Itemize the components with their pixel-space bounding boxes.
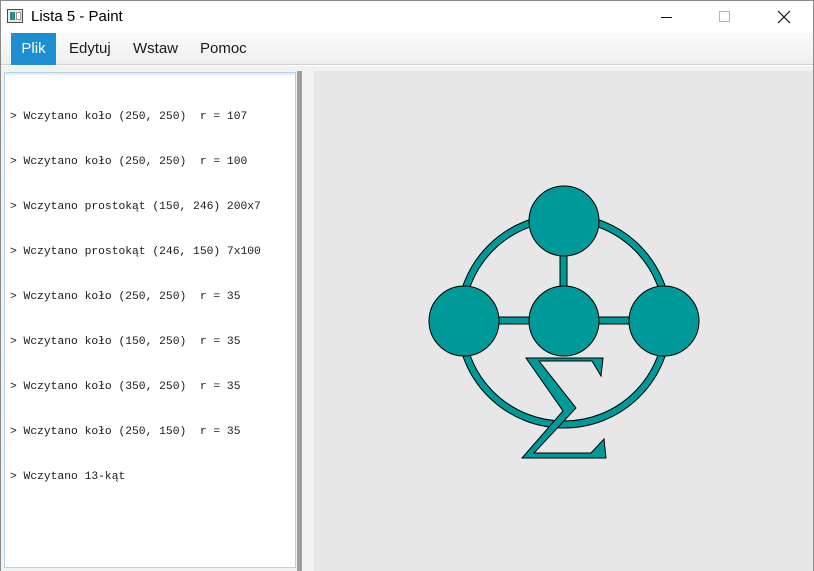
drawing-canvas[interactable]: [314, 71, 813, 571]
close-icon: [777, 10, 791, 24]
menu-wstaw[interactable]: Wstaw: [123, 33, 188, 65]
paint-window: Lista 5 - Paint Plik Edytuj Wstaw Pomoc …: [0, 0, 814, 571]
menu-bar: Plik Edytuj Wstaw Pomoc: [1, 33, 813, 65]
minimize-icon: [661, 17, 672, 18]
menu-pomoc[interactable]: Pomoc: [190, 33, 257, 65]
close-button[interactable]: [755, 1, 813, 33]
log-line: > Wczytano koło (250, 250) r = 100: [10, 156, 248, 168]
log-line: > Wczytano prostokąt (246, 150) 7x100: [10, 246, 261, 258]
title-bar[interactable]: Lista 5 - Paint: [1, 1, 813, 33]
log-text-area[interactable]: > Wczytano koło (250, 250) r = 107 > Wcz…: [4, 72, 296, 568]
minimize-button[interactable]: [637, 1, 695, 33]
sigma-polygon: [520, 357, 607, 459]
maximize-button[interactable]: [696, 1, 754, 33]
log-line: > Wczytano prostokąt (150, 246) 200x7: [10, 201, 261, 213]
paint-app-icon: [7, 9, 23, 23]
right-circle: [628, 285, 700, 357]
top-circle: [528, 185, 600, 257]
log-line: > Wczytano koło (250, 150) r = 35: [10, 426, 241, 438]
window-title: Lista 5 - Paint: [31, 8, 123, 25]
maximize-icon: [719, 11, 730, 22]
log-line: > Wczytano koło (250, 250) r = 35: [10, 291, 241, 303]
log-lines: > Wczytano koło (250, 250) r = 107 > Wcz…: [10, 80, 261, 515]
log-line: > Wczytano koło (150, 250) r = 35: [10, 336, 241, 348]
menu-edytuj[interactable]: Edytuj: [59, 33, 121, 65]
log-line: > Wczytano koło (350, 250) r = 35: [10, 381, 241, 393]
menu-plik[interactable]: Plik: [11, 33, 56, 65]
drawing-svg: [428, 185, 700, 459]
log-line: > Wczytano koło (250, 250) r = 107: [10, 111, 248, 123]
content-area: > Wczytano koło (250, 250) r = 107 > Wcz…: [1, 66, 813, 571]
left-circle: [428, 285, 500, 357]
center-circle: [528, 285, 600, 357]
log-line: > Wczytano 13-kąt: [10, 471, 126, 483]
